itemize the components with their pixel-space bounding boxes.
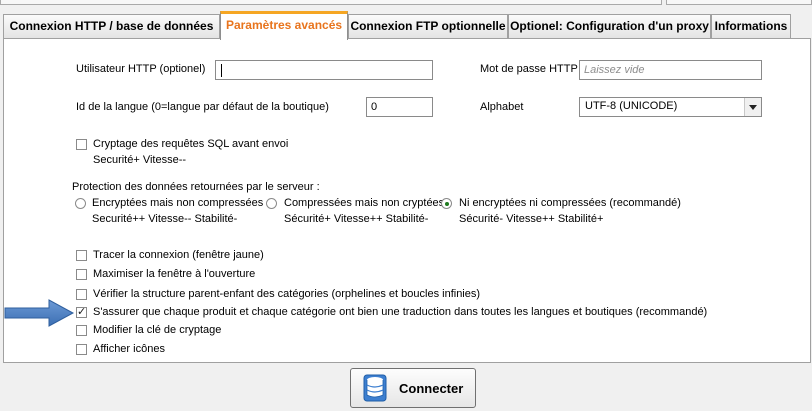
option-checkbox-maximize[interactable]	[76, 269, 87, 280]
option-label-translation: S'assurer que chaque produit et chaque c…	[93, 306, 708, 318]
option-label-structure: Vérifier la structure parent-enfant des …	[93, 288, 481, 300]
radio-compressed-sub: Sécurité+ Vitesse++ Stabilité-	[284, 213, 429, 225]
language-input[interactable]: 0	[366, 97, 433, 117]
password-input[interactable]: Laissez vide	[579, 60, 762, 80]
connect-button-label: Connecter	[399, 381, 464, 396]
option-checkbox-icons[interactable]	[76, 344, 87, 355]
language-label: Id de la langue (0=langue par défaut de …	[76, 101, 329, 113]
radio-compressed[interactable]	[266, 198, 277, 209]
option-checkbox-trace[interactable]	[76, 250, 87, 261]
alphabet-value: UTF-8 (UNICODE)	[585, 100, 678, 112]
http-user-input[interactable]	[215, 60, 433, 80]
tab-informations[interactable]: Informations	[711, 14, 791, 38]
password-placeholder: Laissez vide	[584, 64, 645, 76]
protection-title: Protection des données retournées par le…	[72, 181, 320, 193]
option-checkbox-translation[interactable]	[76, 305, 87, 318]
encryption-sub: Securité+ Vitesse--	[93, 154, 187, 166]
option-label-maximize: Maximiser la fenêtre à l'ouverture	[93, 268, 256, 280]
alphabet-label: Alphabet	[480, 101, 524, 113]
text-caret	[221, 63, 222, 77]
tab-connexion-http[interactable]: Connexion HTTP / base de données	[3, 14, 220, 38]
option-checkbox-structure[interactable]	[76, 289, 87, 300]
option-label-key: Modifier la clé de cryptage	[93, 324, 222, 336]
top-divider-left	[0, 0, 662, 5]
database-icon	[363, 374, 387, 402]
radio-encrypted-sub: Securité++ Vitesse-- Stabilité-	[92, 213, 238, 225]
window-top-edge	[0, 0, 812, 6]
encryption-checkbox[interactable]	[76, 139, 87, 150]
radio-encrypted-label: Encryptées mais non compressées	[92, 197, 264, 209]
alphabet-select[interactable]: UTF-8 (UNICODE)	[579, 97, 762, 117]
radio-none-sub: Sécurité- Vitesse++ Stabilité+	[459, 213, 604, 225]
tab-connexion-ftp[interactable]: Connexion FTP optionnelle	[348, 14, 508, 38]
option-checkbox-key[interactable]	[76, 325, 87, 336]
option-label-trace: Tracer la connexion (fenêtre jaune)	[93, 249, 264, 261]
tab-parametres-avances[interactable]: Paramètres avancés	[220, 11, 348, 40]
encryption-label: Cryptage des requêtes SQL avant envoi	[93, 138, 289, 150]
option-label-icons: Afficher icônes	[93, 343, 165, 355]
radio-compressed-label: Compressées mais non cryptées	[284, 197, 445, 209]
radio-none[interactable]	[441, 198, 452, 209]
password-label: Mot de passe HTTP	[480, 63, 578, 75]
arrow-right-icon	[4, 299, 75, 327]
tab-proxy[interactable]: Optionel: Configuration d'un proxy	[508, 14, 711, 38]
chevron-down-icon[interactable]	[744, 98, 761, 116]
http-user-label: Utilisateur HTTP (optionel)	[76, 63, 206, 75]
radio-none-label: Ni encryptées ni compressées (recommandé…	[459, 197, 681, 209]
radio-encrypted[interactable]	[75, 198, 86, 209]
connect-button[interactable]: Connecter	[350, 368, 476, 408]
top-divider-right	[666, 0, 812, 5]
